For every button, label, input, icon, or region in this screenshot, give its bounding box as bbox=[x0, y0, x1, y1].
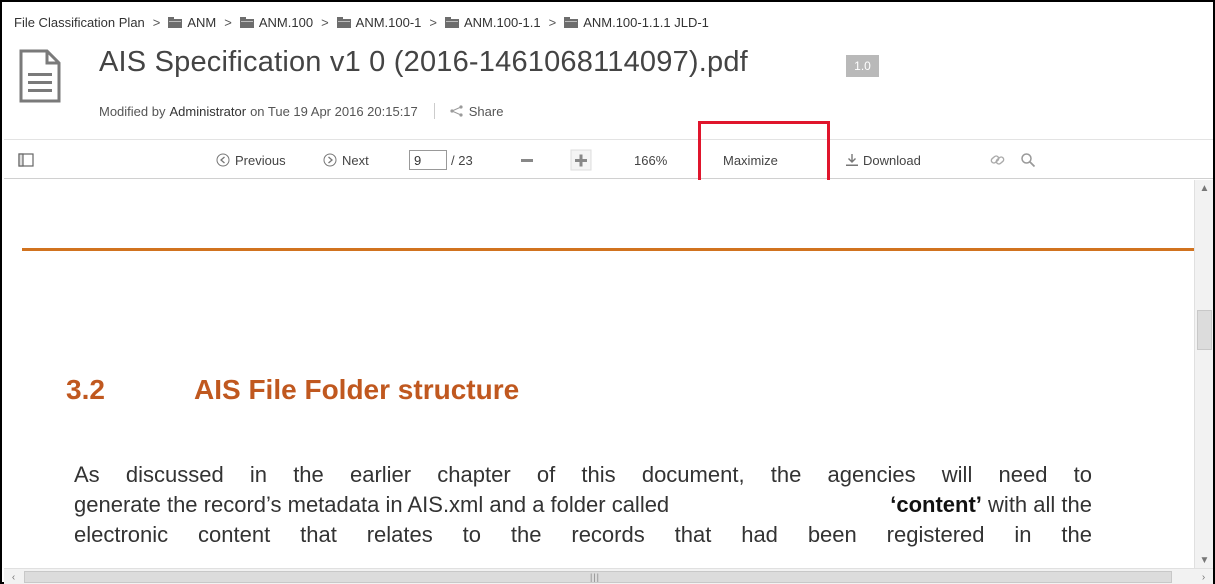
modified-user[interactable]: Administrator bbox=[169, 104, 246, 119]
page-title: AIS Specification v1 0 (2016-14610681140… bbox=[99, 46, 748, 78]
download-icon bbox=[846, 154, 858, 166]
link-button[interactable] bbox=[989, 140, 1007, 180]
content-term: ‘content’ bbox=[890, 492, 982, 517]
modified-info: Modified by Administrator on Tue 19 Apr … bbox=[99, 103, 503, 119]
scroll-up-arrow-icon[interactable]: ▲ bbox=[1195, 180, 1213, 196]
next-arrow-icon bbox=[323, 153, 337, 167]
document-icon bbox=[19, 49, 61, 103]
search-icon bbox=[1021, 153, 1036, 168]
breadcrumb-folder-anm-100-1-1[interactable]: ANM.100-1.1 bbox=[445, 15, 541, 30]
previous-button[interactable]: Previous bbox=[216, 140, 286, 180]
version-badge: 1.0 bbox=[846, 55, 879, 77]
sidebar-toggle-icon bbox=[18, 153, 34, 167]
folder-icon bbox=[239, 16, 254, 28]
previous-arrow-icon bbox=[216, 153, 230, 167]
link-icon bbox=[990, 155, 1005, 165]
paragraph-line: electronic content that relates to the r… bbox=[74, 522, 1092, 547]
folder-icon bbox=[168, 16, 183, 28]
breadcrumb-folder-anm-100[interactable]: ANM.100 bbox=[239, 14, 314, 30]
pdf-page: 3.2 AIS File Folder structure As discuss… bbox=[4, 180, 1194, 568]
breadcrumb-separator: > bbox=[321, 14, 329, 30]
breadcrumb-folder-label: ANM bbox=[187, 14, 217, 30]
scroll-grip-icon: ||| bbox=[590, 572, 601, 582]
paragraph-line: generate the record’s metadata in AIS.xm… bbox=[74, 490, 1092, 520]
viewer-toolbar: Previous Next / 23 166% bbox=[4, 139, 1213, 179]
meta-divider bbox=[433, 103, 435, 119]
next-label: Next bbox=[342, 152, 369, 168]
header-rule bbox=[22, 248, 1194, 251]
next-button[interactable]: Next bbox=[323, 140, 369, 180]
breadcrumb-folder-anm[interactable]: ANM bbox=[168, 15, 216, 30]
breadcrumb-separator: > bbox=[152, 14, 161, 30]
scroll-left-arrow-icon[interactable]: ‹ bbox=[4, 569, 23, 584]
breadcrumb: File Classification Plan > ANM > ANM.100… bbox=[14, 12, 709, 32]
folder-icon bbox=[564, 16, 579, 28]
breadcrumb-folder-anm-100-1-1-1[interactable]: ANM.100-1.1.1 JLD-1 bbox=[564, 15, 709, 30]
content-suffix: with all the bbox=[988, 492, 1092, 517]
horizontal-scroll-thumb[interactable]: ||| bbox=[24, 571, 1172, 583]
download-label: Download bbox=[863, 152, 921, 168]
paragraph-line-start: generate the record’s metadata in AIS.xm… bbox=[74, 492, 670, 517]
horizontal-scrollbar[interactable]: ‹ ||| › bbox=[4, 568, 1213, 584]
page-total: / 23 bbox=[451, 152, 473, 168]
zoom-out-button[interactable] bbox=[516, 140, 538, 180]
scroll-down-arrow-icon[interactable]: ▼ bbox=[1195, 552, 1213, 568]
paragraph-line: As discussed in the earlier chapter of t… bbox=[74, 462, 1092, 487]
zoom-in-icon bbox=[570, 149, 592, 171]
download-button[interactable]: Download bbox=[845, 140, 921, 180]
folder-icon bbox=[336, 16, 351, 28]
breadcrumb-separator: > bbox=[224, 14, 232, 30]
paragraph-line-end: ‘content’ with all the bbox=[890, 490, 1092, 520]
pdf-viewer: 3.2 AIS File Folder structure As discuss… bbox=[4, 180, 1213, 584]
previous-label: Previous bbox=[235, 152, 286, 168]
share-button[interactable]: Share bbox=[469, 104, 504, 119]
share-icon[interactable] bbox=[449, 105, 465, 117]
sidebar-toggle-button[interactable] bbox=[18, 140, 36, 180]
breadcrumb-folder-label: ANM.100-1.1.1 JLD-1 bbox=[583, 14, 709, 30]
breadcrumb-folder-label: ANM.100-1.1 bbox=[464, 14, 541, 30]
section-title: AIS File Folder structure bbox=[194, 374, 520, 405]
vertical-scrollbar[interactable]: ▲ ▼ bbox=[1194, 180, 1213, 568]
vertical-scroll-thumb[interactable] bbox=[1197, 310, 1212, 350]
zoom-in-button[interactable] bbox=[570, 140, 592, 180]
modified-date: on Tue 19 Apr 2016 20:15:17 bbox=[250, 103, 418, 119]
modified-prefix: Modified by bbox=[99, 103, 166, 119]
page-number-input[interactable] bbox=[409, 150, 447, 170]
zoom-out-icon bbox=[521, 159, 533, 162]
page-navigator: / 23 bbox=[409, 140, 473, 180]
zoom-level: 166% bbox=[634, 152, 668, 168]
body-paragraph: As discussed in the earlier chapter of t… bbox=[74, 460, 1092, 550]
breadcrumb-root[interactable]: File Classification Plan bbox=[14, 15, 145, 30]
folder-icon bbox=[445, 16, 459, 28]
breadcrumb-folder-label: ANM.100 bbox=[258, 14, 314, 30]
breadcrumb-separator: > bbox=[429, 14, 437, 30]
breadcrumb-separator: > bbox=[548, 14, 557, 30]
section-number: 3.2 bbox=[66, 374, 105, 405]
document-viewer-window: File Classification Plan > ANM > ANM.100… bbox=[0, 0, 1215, 584]
scroll-right-arrow-icon[interactable]: › bbox=[1194, 569, 1213, 584]
breadcrumb-folder-label: ANM.100-1 bbox=[355, 14, 422, 30]
search-button[interactable] bbox=[1020, 140, 1036, 180]
breadcrumb-folder-anm-100-1[interactable]: ANM.100-1 bbox=[336, 14, 422, 30]
